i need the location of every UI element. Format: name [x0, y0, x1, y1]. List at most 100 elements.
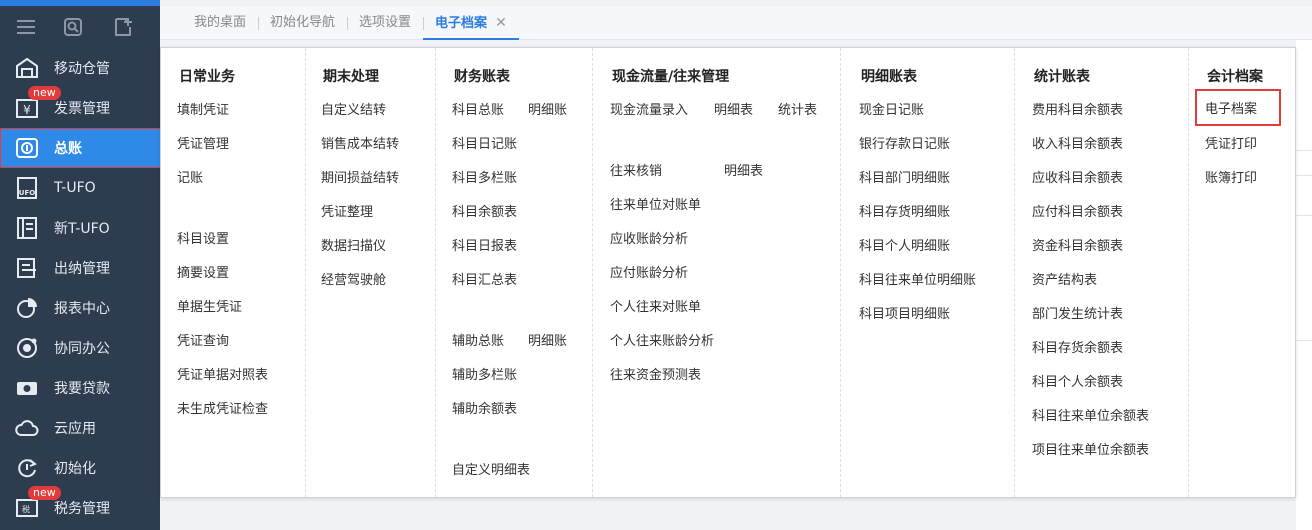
menu-link[interactable]: 辅助余额表 [452, 398, 517, 417]
sidebar-item-tax[interactable]: 税 new 税务管理 [0, 486, 160, 528]
menu-link[interactable]: 应收科目余额表 [1032, 167, 1123, 186]
electronic-archive-link[interactable]: 电子档案 [1194, 89, 1282, 126]
menu-link[interactable]: 自定义结转 [321, 99, 386, 118]
menu-link[interactable]: 科目个人余额表 [1032, 371, 1123, 390]
divider [1296, 340, 1312, 341]
svg-text:UFO: UFO [19, 189, 35, 197]
menu-link[interactable]: 往来资金预测表 [610, 364, 701, 383]
menu-link[interactable]: 辅助多栏账 [452, 364, 517, 383]
menu-link[interactable]: 资金科目余额表 [1032, 235, 1123, 254]
menu-link[interactable]: 明细账 [528, 330, 567, 349]
sidebar-item-label: 出纳管理 [54, 261, 110, 277]
menu-link[interactable]: 科目项目明细账 [859, 303, 950, 322]
menu-link[interactable]: 应付账龄分析 [610, 262, 688, 281]
menu-link[interactable]: 单据生凭证 [177, 296, 242, 315]
cloud-icon [14, 415, 40, 441]
sidebar-item-initialize[interactable]: 初始化 [0, 448, 160, 488]
menu-link[interactable]: 记账 [177, 167, 203, 186]
menu-link[interactable]: 收入科目余额表 [1032, 133, 1123, 152]
menu-link[interactable]: 凭证打印 [1205, 133, 1257, 152]
menu-link[interactable]: 辅助总账 [452, 330, 504, 349]
menu-link[interactable]: 自定义明细表 [452, 459, 530, 478]
menu-link[interactable]: 科目往来单位余额表 [1032, 405, 1149, 424]
column-title: 明细账表 [861, 69, 917, 85]
search-icon[interactable] [62, 16, 84, 38]
menu-link[interactable]: 明细表 [724, 160, 763, 179]
menu-link[interactable]: 项目往来单位余额表 [1032, 439, 1149, 458]
loan-icon [14, 375, 40, 401]
sidebar-item-label: T-UFO [54, 180, 96, 196]
menu-link[interactable]: 科目余额表 [452, 201, 517, 220]
tab-my-desktop[interactable]: 我的桌面 [182, 6, 258, 40]
menu-link[interactable]: 科目存货明细账 [859, 201, 950, 220]
menu-link[interactable]: 现金日记账 [859, 99, 924, 118]
background-content [1296, 40, 1312, 530]
menu-link[interactable]: 科目总账 [452, 99, 504, 118]
sidebar-item-label: 移动仓管 [54, 61, 110, 77]
sidebar-item-cloud-app[interactable]: 云应用 [0, 408, 160, 448]
sidebar-item-general-ledger[interactable]: 总账 [0, 128, 177, 168]
sidebar-item-new-t-ufo[interactable]: 新T-UFO [0, 208, 160, 248]
menu-link[interactable]: 科目个人明细账 [859, 235, 950, 254]
menu-link[interactable]: 统计表 [778, 99, 817, 118]
menu-link[interactable]: 科目存货余额表 [1032, 337, 1123, 356]
sidebar-item-label: 云应用 [54, 421, 96, 437]
menu-link[interactable]: 未生成凭证检查 [177, 398, 268, 417]
sidebar-item-invoice[interactable]: ¥ new 发票管理 [0, 86, 160, 128]
sidebar-item-cashier[interactable]: 出纳管理 [0, 248, 160, 288]
sidebar-item-label: 发票管理 [54, 101, 110, 117]
tab-electronic-archive[interactable]: 电子档案 ✕ [423, 6, 519, 40]
menu-link[interactable]: 现金流量录入 [610, 99, 688, 118]
column-title: 现金流量/往来管理 [612, 69, 730, 85]
sidebar-item-collaboration[interactable]: 协同办公 [0, 328, 160, 368]
sidebar-item-report-center[interactable]: 报表中心 [0, 288, 160, 328]
sidebar-item-loan[interactable]: 我要贷款 [0, 368, 160, 408]
sidebar-item-label: 税务管理 [54, 501, 110, 517]
menu-link[interactable]: 科目多栏账 [452, 167, 517, 186]
hamburger-menu-icon[interactable] [15, 16, 37, 38]
menu-link[interactable]: 科目日报表 [452, 235, 517, 254]
menu-link[interactable]: 往来核销 [610, 160, 662, 179]
menu-link[interactable]: 摘要设置 [177, 262, 229, 281]
menu-link[interactable]: 凭证单据对照表 [177, 364, 268, 383]
menu-link[interactable]: 科目部门明细账 [859, 167, 950, 186]
close-icon[interactable]: ✕ [495, 15, 507, 31]
menu-link[interactable]: 账簿打印 [1205, 167, 1257, 186]
sidebar-item-mobile-warehouse[interactable]: 移动仓管 [0, 48, 160, 88]
menu-column-stats: 统计账表 费用科目余额表 收入科目余额表 应收科目余额表 应付科目余额表 资金科… [1015, 48, 1189, 497]
menu-link[interactable]: 应收账龄分析 [610, 228, 688, 247]
menu-column-cashflow: 现金流量/往来管理 现金流量录入 明细表 统计表 往来核销 明细表 往来单位对账… [593, 48, 841, 497]
menu-link[interactable]: 应付科目余额表 [1032, 201, 1123, 220]
menu-link[interactable]: 资产结构表 [1032, 269, 1097, 288]
divider [1296, 150, 1312, 151]
menu-link[interactable]: 科目设置 [177, 228, 229, 247]
menu-link[interactable]: 科目日记账 [452, 133, 517, 152]
menu-link[interactable]: 个人往来账龄分析 [610, 330, 714, 349]
menu-link[interactable]: 部门发生统计表 [1032, 303, 1123, 322]
menu-link[interactable]: 凭证管理 [177, 133, 229, 152]
tab-bar: 我的桌面 初始化导航 选项设置 电子档案 ✕ [160, 6, 1312, 40]
menu-link[interactable]: 凭证整理 [321, 201, 373, 220]
tab-option-settings[interactable]: 选项设置 [347, 6, 423, 40]
menu-link[interactable]: 费用科目余额表 [1032, 99, 1123, 118]
tab-init-navigation[interactable]: 初始化导航 [258, 6, 347, 40]
add-page-icon[interactable] [112, 16, 134, 38]
menu-link[interactable]: 凭证查询 [177, 330, 229, 349]
menu-link[interactable]: 数据扫描仪 [321, 235, 386, 254]
tab-label: 我的桌面 [194, 14, 247, 30]
sidebar-item-t-ufo[interactable]: UFO T-UFO [0, 168, 160, 208]
menu-link[interactable]: 明细表 [714, 99, 753, 118]
menu-link[interactable]: 个人往来对账单 [610, 296, 701, 315]
menu-link[interactable]: 经营驾驶舱 [321, 269, 386, 288]
menu-link[interactable]: 销售成本结转 [321, 133, 399, 152]
menu-link[interactable]: 科目汇总表 [452, 269, 517, 288]
menu-link[interactable]: 期间损益结转 [321, 167, 399, 186]
menu-link[interactable]: 科目往来单位明细账 [859, 269, 976, 288]
svg-text:¥: ¥ [23, 103, 31, 117]
menu-link[interactable]: 明细账 [528, 99, 567, 118]
menu-link[interactable]: 填制凭证 [177, 99, 229, 118]
tab-label: 选项设置 [359, 14, 412, 30]
menu-link[interactable]: 往来单位对账单 [610, 194, 701, 213]
menu-link[interactable]: 银行存款日记账 [859, 133, 950, 152]
ledger-icon [14, 135, 40, 161]
